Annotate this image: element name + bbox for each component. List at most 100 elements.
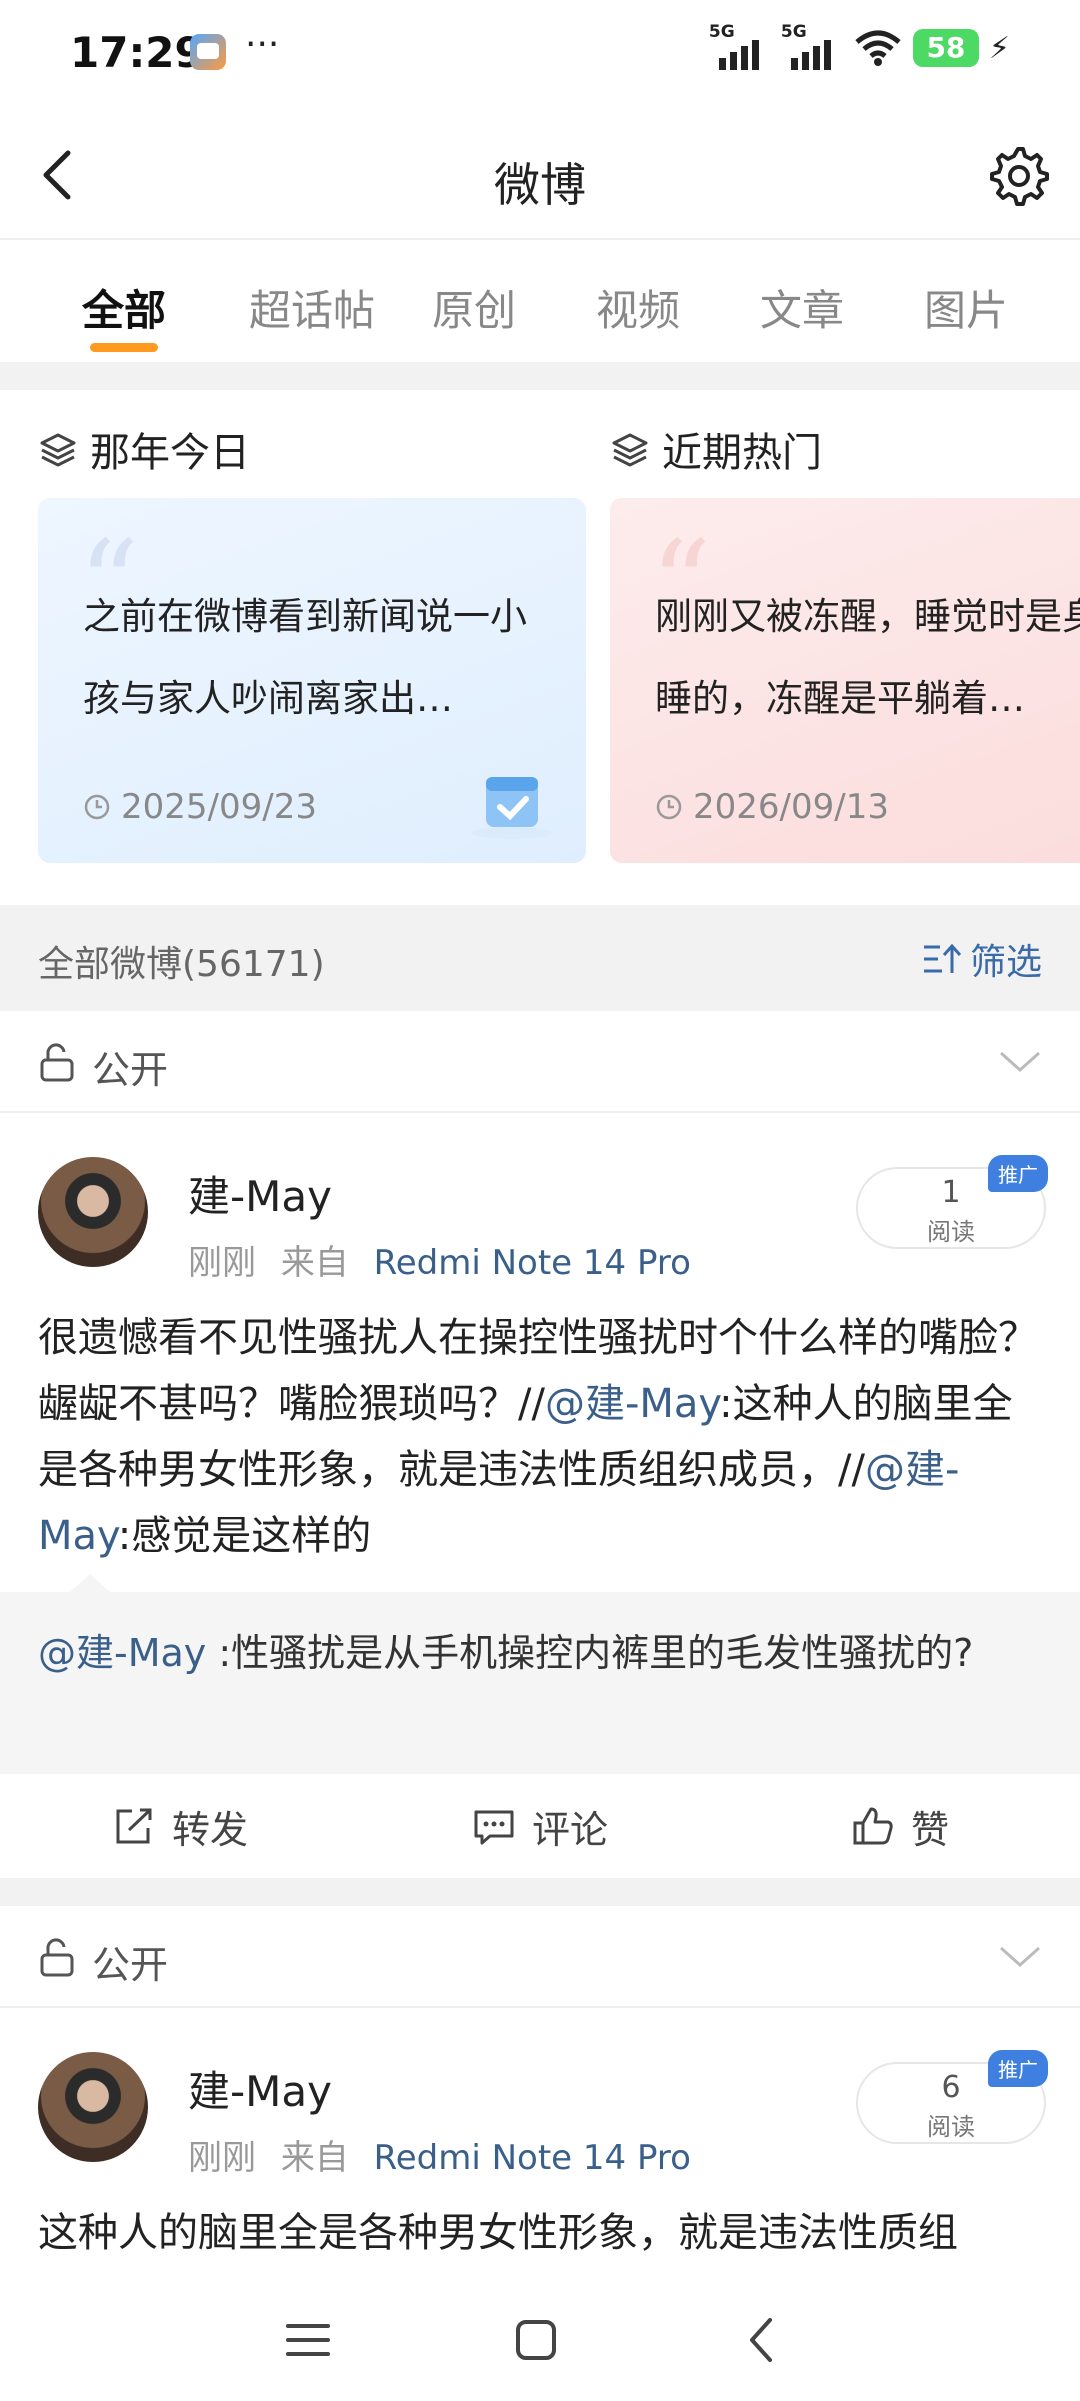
source-prefix: 来自 [280,2138,349,2178]
action-label: 评论 [531,1807,608,1852]
home-square-icon[interactable] [506,2310,566,2370]
tab-label: 原创 [431,286,516,335]
repost-text: @建-May :性骚扰是从手机操控内裤里的毛发性骚扰的? [38,1622,998,1684]
filter-button[interactable]: 筛选 [922,933,1042,985]
charging-icon: ⚡ [988,30,1010,66]
more-notifications: ··· [245,24,280,65]
post-meta: 刚刚 来自 Redmi Note 14 Pro [188,1235,691,1284]
reposted-content[interactable]: @建-May :性骚扰是从手机操控内裤里的毛发性骚扰的? [0,1574,1080,1774]
menu-icon[interactable] [278,2310,338,2370]
date-label: 2025/09/23 [121,787,317,827]
system-nav-bar [0,2270,1080,2401]
back-nav-icon[interactable] [734,2310,794,2370]
on-this-day-heading: 那年今日 [38,420,250,478]
layers-icon [40,433,76,467]
comment-button[interactable]: 评论 [360,1774,720,1878]
comment-icon [474,1810,514,1845]
wifi-icon [855,30,901,66]
tab-video[interactable]: 视频 [594,242,682,362]
read-count-button[interactable]: 6 阅读 推广 [856,2050,1048,2144]
avatar[interactable] [38,2052,148,2162]
privacy-row[interactable]: 公开 [0,1906,1080,2008]
status-time: 17:29 [70,28,204,77]
mention-link[interactable]: @建-May [545,1381,719,1427]
tab-original[interactable]: 原创 [430,242,518,362]
settings-gear-icon[interactable] [986,143,1050,207]
app-notification-icon [190,34,226,70]
post-meta: 刚刚 来自 Redmi Note 14 Pro [188,2130,691,2179]
read-label: 阅读 [927,2113,975,2141]
post-device: Redmi Note 14 Pro [373,1243,691,1283]
like-button[interactable]: 赞 [720,1774,1080,1878]
promote-badge[interactable]: 推广 [988,1155,1048,1192]
read-count-button[interactable]: 1 阅读 推广 [856,1155,1048,1249]
post-text: 很遗憾看不见性骚扰人在操控性骚扰时个什么样的嘴脸？龌龊不甚吗？嘴脸猥琐吗？//@… [38,1305,1048,1569]
divider [0,1878,1080,1906]
post-username[interactable]: 建-May [188,1163,332,1224]
tab-super-topic[interactable]: 超话帖 [246,242,378,362]
post-text-part: :感觉是这样的 [117,1513,372,1559]
status-bar: 17:29 ··· 5G 5G 58 ⚡ [0,0,1080,105]
layers-icon [612,433,648,467]
weibo-post: 建-May 刚刚 来自 Redmi Note 14 Pro 6 阅读 推广 这种… [0,2008,1080,2270]
repost-body: :性骚扰是从手机操控内裤里的毛发性骚扰的? [206,1631,974,1675]
cell-signal-icon-2: 5G [781,22,843,70]
card-text: 之前在微博看到新闻说一小孩与家人吵闹离家出… [83,595,527,720]
tab-label: 超话帖 [248,286,375,335]
heading-label: 那年今日 [90,430,250,476]
card-date: 2026/09/13 [655,787,889,827]
action-label: 转发 [171,1807,248,1852]
post-time: 刚刚 [188,1243,256,1283]
promote-badge[interactable]: 推广 [988,2050,1048,2087]
read-label: 阅读 [927,1218,975,1246]
post-actions: 转发 评论 赞 [0,1774,1080,1878]
tab-label: 全部 [81,286,166,335]
share-icon [116,1808,152,1844]
top-bar: 微博 [0,105,1080,240]
tab-images[interactable]: 图片 [922,242,1010,362]
weibo-count: 全部微博(56171) [38,944,325,985]
action-label: 赞 [910,1807,949,1852]
tab-label: 文章 [759,286,844,335]
post-username[interactable]: 建-May [188,2058,332,2119]
divider [0,362,1080,390]
thumbs-up-icon [853,1807,893,1845]
avatar[interactable] [38,1157,148,1267]
date-label: 2026/09/13 [693,787,889,827]
chevron-down-icon[interactable] [998,1944,1042,1970]
signal-label-2: 5G [780,22,807,42]
tab-article[interactable]: 文章 [758,242,846,362]
post-time: 刚刚 [188,2138,256,2178]
signal-label: 5G [708,22,735,42]
unlock-icon [40,1938,74,1977]
cell-signal-icon: 5G [709,22,771,70]
repost-pointer [70,1574,110,1592]
heading-label: 近期热门 [662,430,822,476]
card-text: 刚刚又被冻醒，睡觉时是身睡的，冻醒是平躺着… [655,595,1080,720]
on-this-day-card[interactable]: “ 之前在微博看到新闻说一小孩与家人吵闹离家出… 2025/09/23 [38,498,586,863]
recent-hot-card[interactable]: “ 刚刚又被冻醒，睡觉时是身睡的，冻醒是平躺着… 2026/09/13 [610,498,1080,863]
tab-all[interactable]: 全部 [80,242,168,362]
filter-sort-icon [923,943,962,973]
category-tabs: 全部 超话帖 原创 视频 文章 图片 [0,242,1080,362]
recent-hot-heading: 近期热门 [610,420,822,478]
unlock-icon [40,1043,74,1082]
all-weibo-bar: 全部微博(56171) 筛选 [0,905,1080,1011]
chevron-down-icon[interactable] [998,1049,1042,1075]
repost-button[interactable]: 转发 [0,1774,360,1878]
battery-indicator: 58 [912,29,979,67]
page-title: 微博 [494,158,586,212]
source-prefix: 来自 [280,1243,349,1283]
privacy-row[interactable]: 公开 [0,1011,1080,1113]
privacy-label: 公开 [92,1943,169,1987]
post-device: Redmi Note 14 Pro [373,2138,691,2178]
clock-icon [84,794,110,820]
active-tab-indicator [90,343,158,352]
clock-icon [656,794,682,820]
calendar-check-icon [472,777,552,839]
mention-link[interactable]: @建-May [38,1631,206,1675]
tab-label: 图片 [923,286,1008,335]
post-text: 这种人的脑里全是各种男女性形象，就是违法性质组 [38,2210,958,2256]
card-date: 2025/09/23 [83,787,317,827]
privacy-label: 公开 [92,1048,169,1092]
